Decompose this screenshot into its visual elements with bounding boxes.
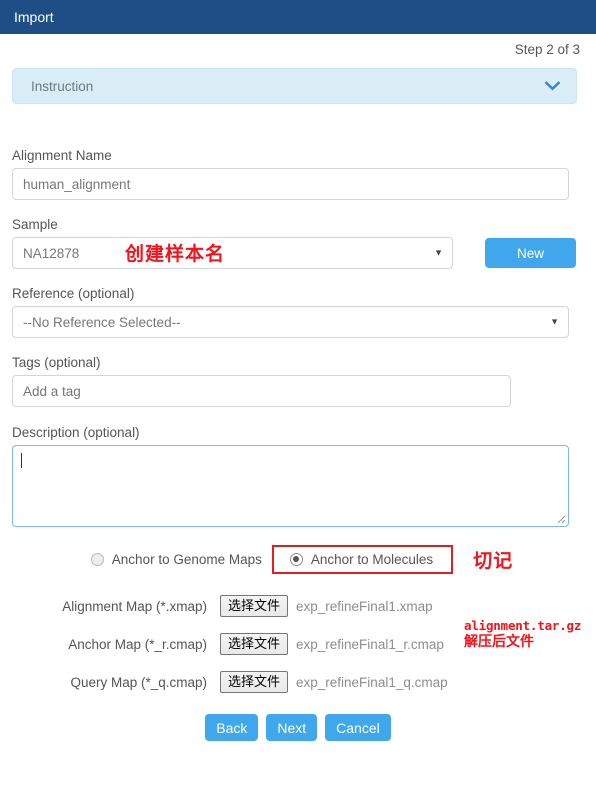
caret-down-icon: ▼ xyxy=(434,247,443,258)
choose-file-button[interactable]: 选择文件 xyxy=(220,670,289,694)
description-label: Description (optional) xyxy=(12,425,140,440)
field-group-reference: Reference (optional) --No Reference Sele… xyxy=(12,286,584,338)
choose-file-button[interactable]: 选择文件 xyxy=(220,632,289,656)
file-inputs-section: Alignment Map (*.xmap) 选择文件 exp_refineFi… xyxy=(12,587,584,701)
resize-handle-icon[interactable] xyxy=(555,513,566,524)
alignment-map-filename: exp_refineFinal1.xmap xyxy=(296,598,433,614)
radio-dot-unselected-icon xyxy=(90,552,104,566)
anchor-mode-radio-group: Anchor to Genome Maps Anchor to Molecule… xyxy=(12,541,584,577)
radio-anchor-to-genome-maps[interactable]: Anchor to Genome Maps xyxy=(83,552,270,567)
tags-input[interactable] xyxy=(12,375,511,407)
choose-file-button[interactable]: 选择文件 xyxy=(220,594,289,618)
instruction-panel-wrap: Instruction xyxy=(0,57,596,104)
next-button[interactable]: Next xyxy=(266,714,318,741)
tags-label: Tags (optional) xyxy=(12,355,101,370)
anchor-map-label: Anchor Map (*_r.cmap) xyxy=(68,636,207,652)
sample-select[interactable]: NA12878 ▼ 创建样本名 xyxy=(12,237,453,269)
alignment-map-file-input[interactable]: 选择文件 exp_refineFinal1.xmap xyxy=(220,594,433,618)
files-annotation-line2: 解压后文件 xyxy=(464,634,534,650)
anchor-molecules-highlight-box: Anchor to Molecules xyxy=(271,544,454,574)
back-button[interactable]: Back xyxy=(205,714,259,741)
field-group-sample: Sample NA12878 ▼ 创建样本名 New xyxy=(12,217,584,269)
alignment-map-label: Alignment Map (*.xmap) xyxy=(62,598,207,614)
text-cursor xyxy=(21,453,22,468)
sample-label: Sample xyxy=(12,217,58,232)
alignment-name-label: Alignment Name xyxy=(12,148,112,163)
query-map-label: Query Map (*_q.cmap) xyxy=(70,674,207,690)
cancel-button[interactable]: Cancel xyxy=(325,714,391,741)
field-group-description: Description (optional) xyxy=(12,425,584,527)
files-annotation: alignment.tar.gz 解压后文件 xyxy=(464,618,581,652)
reference-label: Reference (optional) xyxy=(12,286,135,301)
radio-label-genome-maps: Anchor to Genome Maps xyxy=(111,551,262,567)
radio-label-molecules: Anchor to Molecules xyxy=(310,551,434,567)
instruction-label: Instruction xyxy=(31,78,94,94)
caret-down-icon: ▼ xyxy=(550,316,559,327)
anchor-annotation: 切记 xyxy=(473,549,514,572)
chevron-down-icon[interactable] xyxy=(545,81,560,91)
wizard-step-indicator: Step 2 of 3 xyxy=(0,34,596,57)
files-annotation-line1: alignment.tar.gz xyxy=(464,618,582,633)
reference-select[interactable]: --No Reference Selected-- ▼ xyxy=(12,306,569,338)
query-map-filename: exp_refineFinal1_q.cmap xyxy=(296,674,448,690)
anchor-map-filename: exp_refineFinal1_r.cmap xyxy=(296,636,444,652)
field-group-alignment-name: Alignment Name xyxy=(12,148,584,200)
import-form: Alignment Name Sample NA12878 ▼ 创建样本名 Ne… xyxy=(0,148,596,741)
sample-row: NA12878 ▼ 创建样本名 New xyxy=(12,237,584,269)
description-textarea[interactable] xyxy=(12,445,569,527)
radio-dot-selected-icon xyxy=(289,552,303,566)
file-row-query-map: Query Map (*_q.cmap) 选择文件 exp_refineFina… xyxy=(12,663,584,701)
anchor-map-file-input[interactable]: 选择文件 exp_refineFinal1_r.cmap xyxy=(220,632,444,656)
wizard-footer: Back Next Cancel xyxy=(12,714,584,741)
window-titlebar: Import xyxy=(0,0,596,34)
step-text: Step 2 of 3 xyxy=(514,42,580,57)
field-group-tags: Tags (optional) xyxy=(12,355,584,407)
instruction-accordion-header[interactable]: Instruction xyxy=(12,68,577,104)
window-title: Import xyxy=(14,9,54,25)
radio-anchor-to-molecules[interactable]: Anchor to Molecules xyxy=(282,552,441,567)
alignment-name-input[interactable] xyxy=(12,168,569,200)
reference-selected-value: --No Reference Selected-- xyxy=(23,314,181,330)
sample-selected-value: NA12878 xyxy=(23,245,80,261)
sample-annotation: 创建样本名 xyxy=(125,242,226,265)
new-sample-button[interactable]: New xyxy=(485,238,576,268)
query-map-file-input[interactable]: 选择文件 exp_refineFinal1_q.cmap xyxy=(220,670,448,694)
